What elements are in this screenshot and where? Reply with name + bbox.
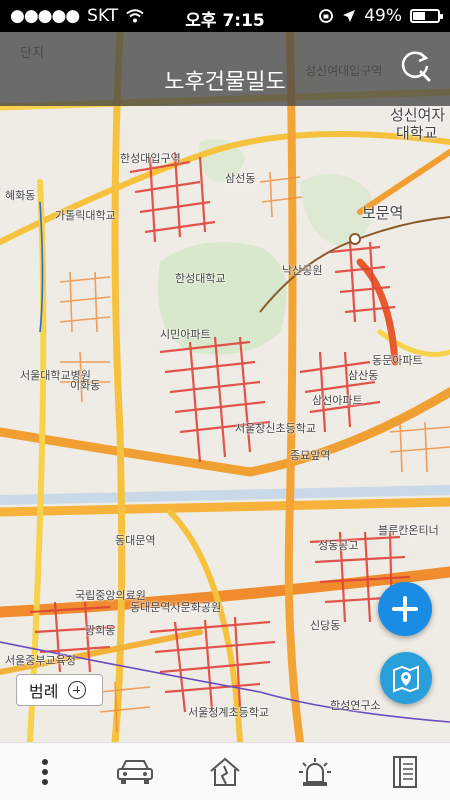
map-place-label: 동대문역 <box>115 534 156 547</box>
map-place-label: 삼선아파트 <box>312 394 363 407</box>
map-place-label: 광희동 <box>85 624 116 637</box>
map-place-label: 종묘앞역 <box>290 449 331 462</box>
more-vertical-icon <box>42 758 48 785</box>
map-place-label: 시민아파트 <box>160 328 211 341</box>
nav-house[interactable] <box>195 750 255 794</box>
page-title: 노후건물밀도 <box>164 70 286 95</box>
map-place-label: 보문역 <box>362 204 404 222</box>
map-place-label: 삼선동 <box>225 172 256 185</box>
status-bar: ●●●●● SKT 오후 7:15 49% <box>0 0 450 32</box>
map-place-label: 국립중앙의료원 <box>75 589 146 602</box>
map-place-label: 한성대입구역 <box>120 152 181 165</box>
bottom-nav <box>0 742 450 800</box>
zoom-in-button[interactable] <box>378 582 432 636</box>
nav-more[interactable] <box>15 750 75 794</box>
location-arrow-icon <box>343 10 356 22</box>
map-place-label: 서울창신초등학교 <box>235 422 316 435</box>
map-place-label: 이화동 <box>70 379 101 392</box>
nav-notebook[interactable] <box>375 750 435 794</box>
map-place-label: 신당동 <box>310 619 341 632</box>
notebook-icon <box>393 755 417 788</box>
map-place-label: 삼산동 <box>348 369 379 382</box>
map-place-label: 대학교 <box>396 124 438 142</box>
legend-label: 범례 <box>29 682 59 701</box>
map-place-label: 서울청계초등학교 <box>188 706 269 719</box>
map-place-label: 서울중부교육청 <box>5 654 76 667</box>
heat-map[interactable]: 단지성신여대입구역성신여자대학교한성대입구역삼선동보문역혜화동가톨릭대학교한성대… <box>0 32 450 742</box>
map-place-label: 성동공고 <box>318 539 359 552</box>
siren-icon <box>299 757 331 786</box>
rotation-lock-icon <box>319 9 334 23</box>
nav-car[interactable] <box>105 750 165 794</box>
house-crack-icon <box>210 757 240 786</box>
map-layer-button[interactable] <box>380 652 432 704</box>
plus-circle-icon <box>68 681 87 699</box>
legend-button[interactable]: 범례 <box>16 674 103 706</box>
nav-siren[interactable] <box>285 750 345 794</box>
map-place-label: 한성대학교 <box>175 272 226 285</box>
refresh-search-icon[interactable] <box>398 48 432 82</box>
map-place-label: 가톨릭대학교 <box>55 209 116 222</box>
map-place-label: 동문아파트 <box>372 354 423 367</box>
battery-icon <box>410 9 443 23</box>
map-header: 노후건물밀도 <box>0 32 450 106</box>
map-place-label: 낙산공원 <box>282 264 323 277</box>
map-pin-icon <box>393 665 419 693</box>
battery-percent: 49% <box>364 6 402 26</box>
car-icon <box>117 759 153 784</box>
map-place-label: 한성연구소 <box>330 699 381 712</box>
map-place-label: 혜화동 <box>5 189 36 202</box>
map-place-label: 블루칸온티너 <box>378 524 439 537</box>
